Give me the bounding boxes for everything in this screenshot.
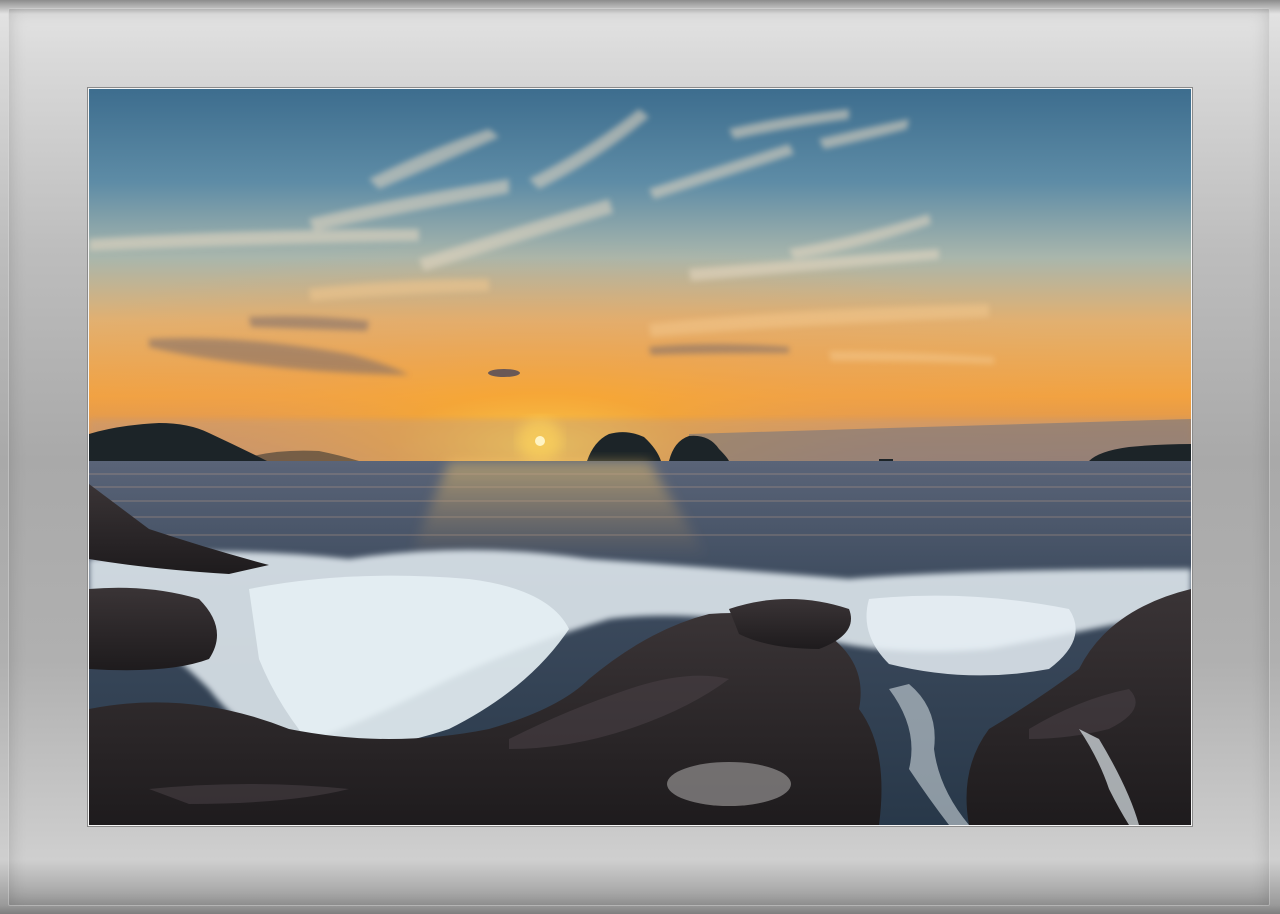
picture-frame [0,0,1280,914]
sunset-seascape-photo [89,89,1191,825]
sun [535,436,545,446]
photo-matte [88,88,1192,826]
small-cloud [488,369,520,377]
tide-pool [667,762,791,806]
sun-glow [89,89,1191,464]
